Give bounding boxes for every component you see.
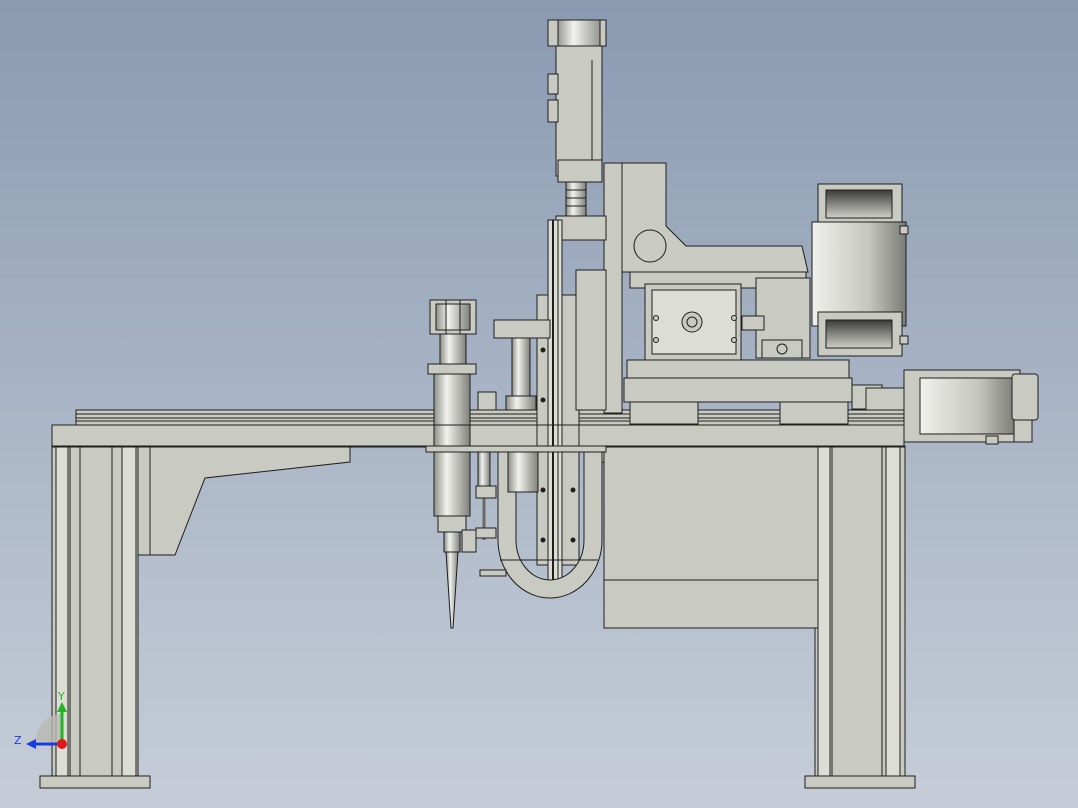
y-servo-motor (811, 183, 909, 357)
gantry-drawing: Y Z (14, 19, 1039, 789)
main-beam (51, 409, 905, 448)
triad-arc (36, 714, 62, 744)
carriage-lower-block (603, 445, 819, 629)
dispense-syringe (427, 299, 477, 629)
left-gusset (137, 445, 351, 556)
z-servo-motor (547, 19, 607, 217)
z-arrow-head (26, 739, 36, 749)
x-axis-dot (57, 739, 67, 749)
y-axis-slide-block (629, 271, 811, 361)
right-leg (804, 445, 916, 789)
coordinate-triad: Y Z (14, 690, 67, 749)
cad-viewport[interactable]: Y Z (0, 0, 1078, 808)
y-axis-label: Y (57, 690, 65, 703)
z-axis-label: Z (14, 734, 22, 747)
